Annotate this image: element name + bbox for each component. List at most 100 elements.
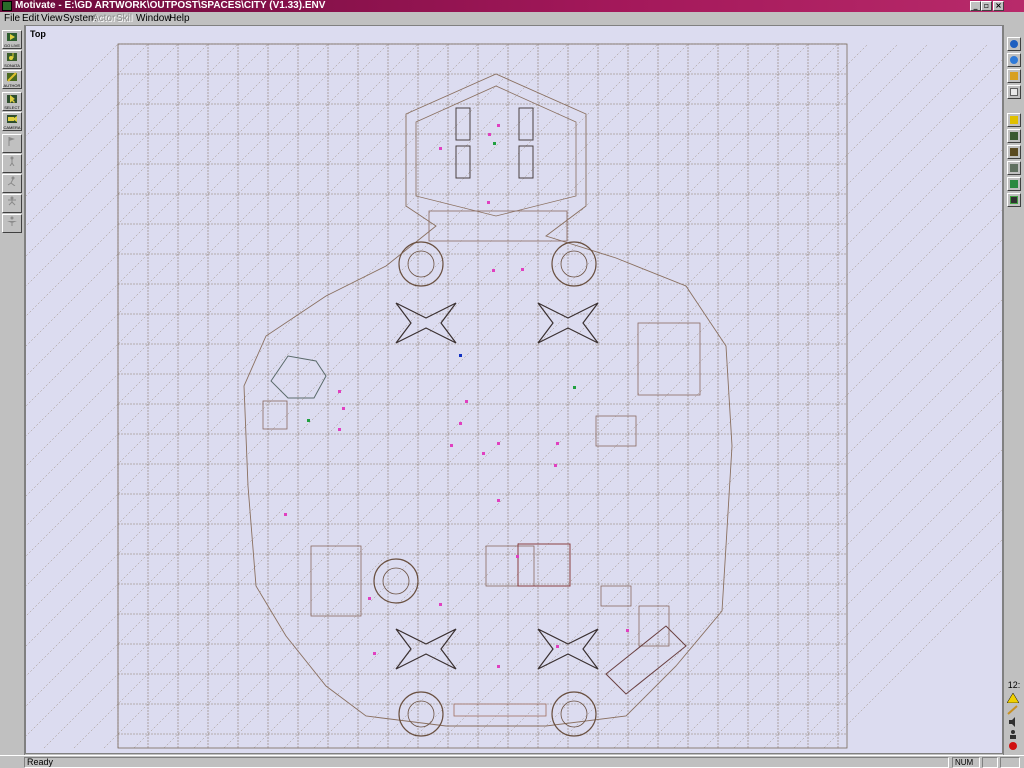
menu-help[interactable]: Help [169,12,190,25]
select-button[interactable]: SELECT [2,92,22,111]
music-icon [7,53,17,61]
left-toolbar: GO LIVE SONATA AUTHOR SELECT CAMERA [0,25,25,755]
building-block [637,322,701,396]
right-tool-camera[interactable] [1007,161,1021,175]
north-hall [415,85,577,217]
right-tool-pencil[interactable] [1007,69,1021,83]
monitor-icon [1010,196,1018,204]
fly-button[interactable] [2,214,22,233]
building-block [600,585,632,607]
walk-button[interactable] [2,154,22,173]
grid [117,43,847,748]
close-button[interactable]: × [993,1,1004,11]
building-block [310,545,362,617]
flag-button[interactable] [2,134,22,153]
fly-icon [7,216,17,226]
menu-window[interactable]: Window [136,12,172,25]
flag-icon [8,137,15,146]
right-tool-image-2[interactable] [1007,145,1021,159]
dome [551,691,597,737]
building-block [638,605,670,647]
green-marker [573,386,576,389]
menu-view[interactable]: View [41,12,63,25]
hall-window [455,145,471,179]
dome-inner [382,567,410,595]
green-marker [307,419,310,422]
building-block [595,415,637,447]
mesh-object [270,355,327,399]
right-tool-monitor[interactable] [1007,193,1021,207]
tray-speaker-icon[interactable] [1007,717,1019,727]
ramp [605,625,687,695]
tray-pencil-icon[interactable] [1007,705,1019,715]
dome-inner [560,250,588,278]
top-viewport[interactable]: Top [25,25,1003,754]
clock: 12: [1007,680,1021,690]
menu-skil[interactable]: Skil [116,12,132,25]
blue-marker [459,354,462,357]
right-tool-globe-2[interactable] [1007,53,1021,67]
image-icon [1010,132,1018,140]
central-structure [517,543,571,587]
jump-button[interactable] [2,194,22,213]
cross-structure [395,302,457,344]
camera-icon [7,115,17,123]
menu-file[interactable]: File [4,12,20,25]
dome-inner [560,700,588,728]
camera-button[interactable]: CAMERA [2,112,22,131]
dome [373,558,419,604]
dome [398,691,444,737]
maximize-button[interactable]: ▫ [981,1,992,11]
tree-icon [1010,180,1018,188]
cursor-icon [7,95,17,103]
globe-icon [1010,40,1018,48]
grid-diagonals [26,43,1002,749]
status-text: Ready [24,757,949,768]
menu-actor[interactable]: Actor [92,12,115,25]
status-cell-empty-2 [1000,757,1020,768]
tray-person-icon[interactable] [1007,729,1019,739]
status-bar: Ready NUM [0,755,1024,768]
image-icon [1010,148,1018,156]
status-cell-empty [982,757,998,768]
tray-record-icon[interactable] [1007,741,1019,751]
go-live-button[interactable]: GO LIVE [2,30,22,49]
author-button[interactable]: AUTHOR [2,70,22,89]
scene-canvas[interactable] [26,26,1003,754]
right-tool-document[interactable] [1007,85,1021,99]
tray-warning-icon[interactable] [1006,692,1020,704]
minimize-button[interactable]: _ [970,1,981,11]
run-button[interactable] [2,174,22,193]
globe-icon [1010,56,1018,64]
menu-edit[interactable]: Edit [22,12,39,25]
walk-icon [9,156,15,166]
pencil-icon [1010,72,1018,80]
document-icon [1010,88,1018,96]
sonata-button[interactable]: SONATA [2,50,22,69]
right-tool-globe[interactable] [1007,37,1021,51]
folder-icon [1010,116,1018,124]
dome [398,241,444,287]
room-outline [243,73,733,727]
hall-window [455,107,471,141]
right-tool-folder[interactable] [1007,113,1021,127]
play-icon [7,33,17,41]
status-num: NUM [952,757,980,768]
app-icon[interactable] [2,1,12,11]
green-marker [493,142,496,145]
pencil-icon [7,72,17,82]
hall-window [518,107,534,141]
right-toolbar [1003,25,1024,755]
camera-icon [1010,164,1018,172]
right-tool-image[interactable] [1007,129,1021,143]
dome [551,241,597,287]
cross-structure [395,628,457,670]
right-tool-tree[interactable] [1007,177,1021,191]
jump-icon [8,196,16,206]
grid-border [117,43,848,749]
dome-inner [407,250,435,278]
title-bar: Motivate - E:\GD ARTWORK\OUTPOST\SPACES\… [0,0,1024,12]
menu-bar: File Edit View System Actor Skil Window … [0,12,1024,25]
window-title: Motivate - E:\GD ARTWORK\OUTPOST\SPACES\… [15,0,326,11]
run-icon [7,176,16,186]
